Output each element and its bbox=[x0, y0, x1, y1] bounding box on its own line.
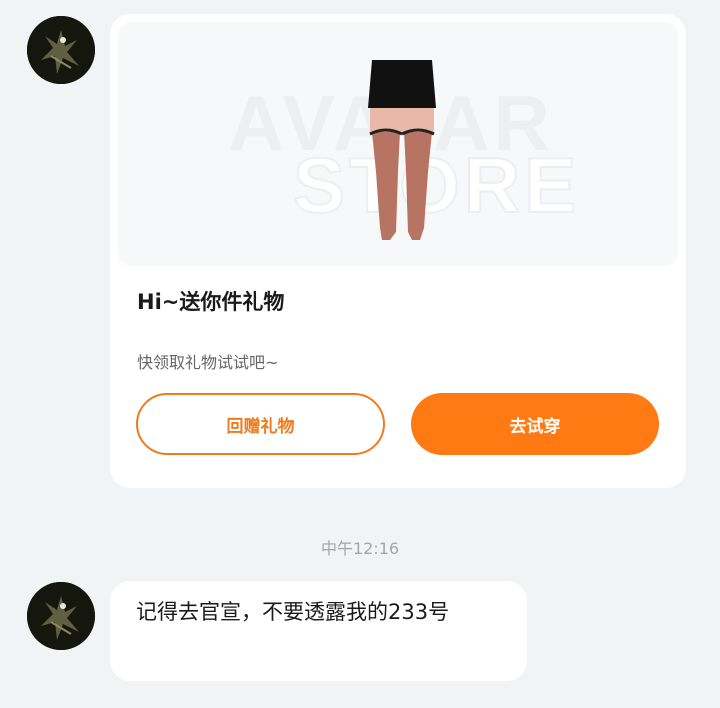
gift-preview-image: AVATAR STORE bbox=[118, 22, 678, 266]
sender-avatar[interactable] bbox=[27, 16, 95, 84]
message-text: 记得去官宣，不要透露我的233号 bbox=[136, 600, 450, 624]
gift-subtitle: 快领取礼物试试吧~ bbox=[137, 353, 279, 372]
avatar-photo-icon bbox=[27, 582, 95, 650]
text-message-bubble[interactable]: 记得去官宣，不要透露我的233号 bbox=[110, 581, 527, 681]
return-gift-button[interactable]: 回赠礼物 bbox=[136, 393, 385, 455]
chat-screen: AVATAR STORE Hi~送你件礼物 快领取礼物试试吧~ 回赠礼物 去试穿… bbox=[0, 0, 720, 708]
message-timestamp: 中午12:16 bbox=[320, 539, 400, 558]
watermark-line2: STORE bbox=[293, 141, 580, 229]
gift-title: Hi~送你件礼物 bbox=[137, 290, 285, 314]
try-on-button[interactable]: 去试穿 bbox=[411, 393, 659, 455]
sender-avatar[interactable] bbox=[27, 582, 95, 650]
avatar-photo-icon bbox=[27, 16, 95, 84]
gift-card[interactable]: AVATAR STORE Hi~送你件礼物 快领取礼物试试吧~ 回赠礼物 去试穿 bbox=[110, 14, 686, 488]
